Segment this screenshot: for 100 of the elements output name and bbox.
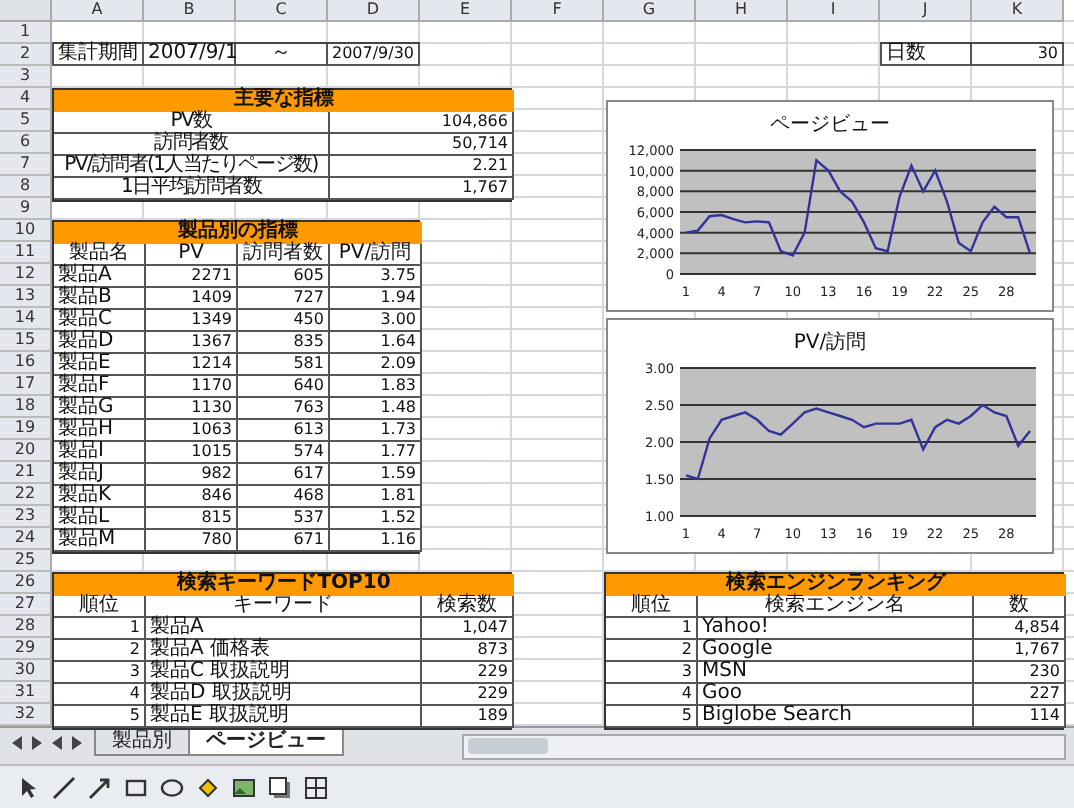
row-number[interactable]: 21 — [0, 462, 52, 484]
table-cell: Yahoo! — [698, 618, 974, 640]
table-cell: MSN — [698, 662, 974, 684]
table-cell: 1.94 — [330, 288, 422, 310]
row-number[interactable]: 9 — [0, 198, 52, 220]
table-cell: 1.16 — [330, 530, 422, 552]
row-number[interactable]: 31 — [0, 682, 52, 704]
row-number[interactable]: 27 — [0, 594, 52, 616]
table-cell: 229 — [422, 662, 514, 684]
cursor-arrow-icon[interactable] — [16, 776, 40, 800]
row-number[interactable]: 3 — [0, 66, 52, 88]
table-cell: 1.64 — [330, 332, 422, 354]
row-number[interactable]: 22 — [0, 484, 52, 506]
table-cell: 605 — [238, 266, 330, 288]
row-number[interactable]: 19 — [0, 418, 52, 440]
table-cell: 2007/9/30 — [328, 44, 420, 66]
table-cell: 製品E — [54, 354, 146, 376]
table-cell: 1170 — [146, 376, 238, 398]
table-cell: 3 — [54, 662, 146, 684]
row-number[interactable]: 18 — [0, 396, 52, 418]
table-cell: 4 — [606, 684, 698, 706]
column-header[interactable]: G — [604, 0, 696, 22]
column-header[interactable]: D — [328, 0, 420, 22]
column-header[interactable]: H — [696, 0, 788, 22]
table-cell: 189 — [422, 706, 514, 728]
row-number[interactable]: 25 — [0, 550, 52, 572]
table-cell: 製品A 価格表 — [146, 640, 422, 662]
table-cell: 815 — [146, 508, 238, 530]
column-header[interactable]: I — [788, 0, 880, 22]
table-cell: 574 — [238, 442, 330, 464]
column-header[interactable]: K — [972, 0, 1064, 22]
table-cell: 982 — [146, 464, 238, 486]
table-cell: 873 — [422, 640, 514, 662]
table-cell: 4 — [54, 684, 146, 706]
horizontal-scrollbar[interactable] — [462, 734, 1066, 760]
row-number[interactable]: 10 — [0, 220, 52, 242]
row-number[interactable]: 24 — [0, 528, 52, 550]
row-number[interactable]: 4 — [0, 88, 52, 110]
table-cell: 1409 — [146, 288, 238, 310]
sheet-tab[interactable]: 製品別 — [94, 728, 190, 756]
table-cell: Goo — [698, 684, 974, 706]
column-header[interactable]: A — [52, 0, 144, 22]
column-header[interactable]: C — [236, 0, 328, 22]
row-number[interactable]: 17 — [0, 374, 52, 396]
column-header[interactable]: E — [420, 0, 512, 22]
table-cell: 1349 — [146, 310, 238, 332]
table-cell: 468 — [238, 486, 330, 508]
table-cell: 製品D — [54, 332, 146, 354]
row-number[interactable]: 11 — [0, 242, 52, 264]
table-cell: 1,767 — [330, 178, 514, 200]
row-number[interactable]: 13 — [0, 286, 52, 308]
table-cell: 製品G — [54, 398, 146, 420]
row-number[interactable]: 29 — [0, 638, 52, 660]
column-header[interactable]: J — [880, 0, 972, 22]
arrow-icon[interactable] — [88, 776, 112, 800]
table-cell: 114 — [974, 706, 1066, 728]
row-number[interactable]: 28 — [0, 616, 52, 638]
shadow-icon[interactable] — [268, 776, 292, 800]
rectangle-icon[interactable] — [124, 776, 148, 800]
row-number[interactable]: 2 — [0, 44, 52, 66]
image-icon[interactable] — [232, 776, 256, 800]
table-cell: 1214 — [146, 354, 238, 376]
column-header[interactable]: F — [512, 0, 604, 22]
table-cell: 1.73 — [330, 420, 422, 442]
table-cell: 2 — [54, 640, 146, 662]
row-number[interactable]: 7 — [0, 154, 52, 176]
column-header[interactable]: B — [144, 0, 236, 22]
row-number[interactable]: 32 — [0, 704, 52, 726]
table-cell: PV数 — [54, 112, 330, 134]
row-number[interactable]: 26 — [0, 572, 52, 594]
table-cell: 集計期間 — [52, 44, 144, 66]
row-number[interactable]: 5 — [0, 110, 52, 132]
row-number[interactable]: 8 — [0, 176, 52, 198]
row-number[interactable]: 16 — [0, 352, 52, 374]
table-cell: 製品C — [54, 310, 146, 332]
table-cell: 727 — [238, 288, 330, 310]
chart-title: ページビュー — [770, 114, 890, 136]
table-cell: 763 — [238, 398, 330, 420]
sheet-tab[interactable]: ページビュー — [188, 728, 344, 756]
table-cell: 製品J — [54, 464, 146, 486]
table-cell: 1.59 — [330, 464, 422, 486]
table-cell: 1 — [606, 618, 698, 640]
row-number[interactable]: 15 — [0, 330, 52, 352]
table-cell: 1日平均訪問者数 — [54, 178, 330, 200]
row-number[interactable]: 1 — [0, 22, 52, 44]
line-icon[interactable] — [52, 776, 76, 800]
ellipse-icon[interactable] — [160, 776, 184, 800]
grid-icon[interactable] — [304, 776, 328, 800]
table-cell: 2271 — [146, 266, 238, 288]
row-number[interactable]: 6 — [0, 132, 52, 154]
column-heading: 順位 — [606, 596, 698, 618]
table-cell: Google — [698, 640, 974, 662]
row-number[interactable]: 20 — [0, 440, 52, 462]
row-number[interactable]: 23 — [0, 506, 52, 528]
table-cell: 2.09 — [330, 354, 422, 376]
row-number[interactable]: 12 — [0, 264, 52, 286]
table-cell: 50,714 — [330, 134, 514, 156]
table-cell: 1,767 — [974, 640, 1066, 662]
row-number[interactable]: 14 — [0, 308, 52, 330]
row-number[interactable]: 30 — [0, 660, 52, 682]
